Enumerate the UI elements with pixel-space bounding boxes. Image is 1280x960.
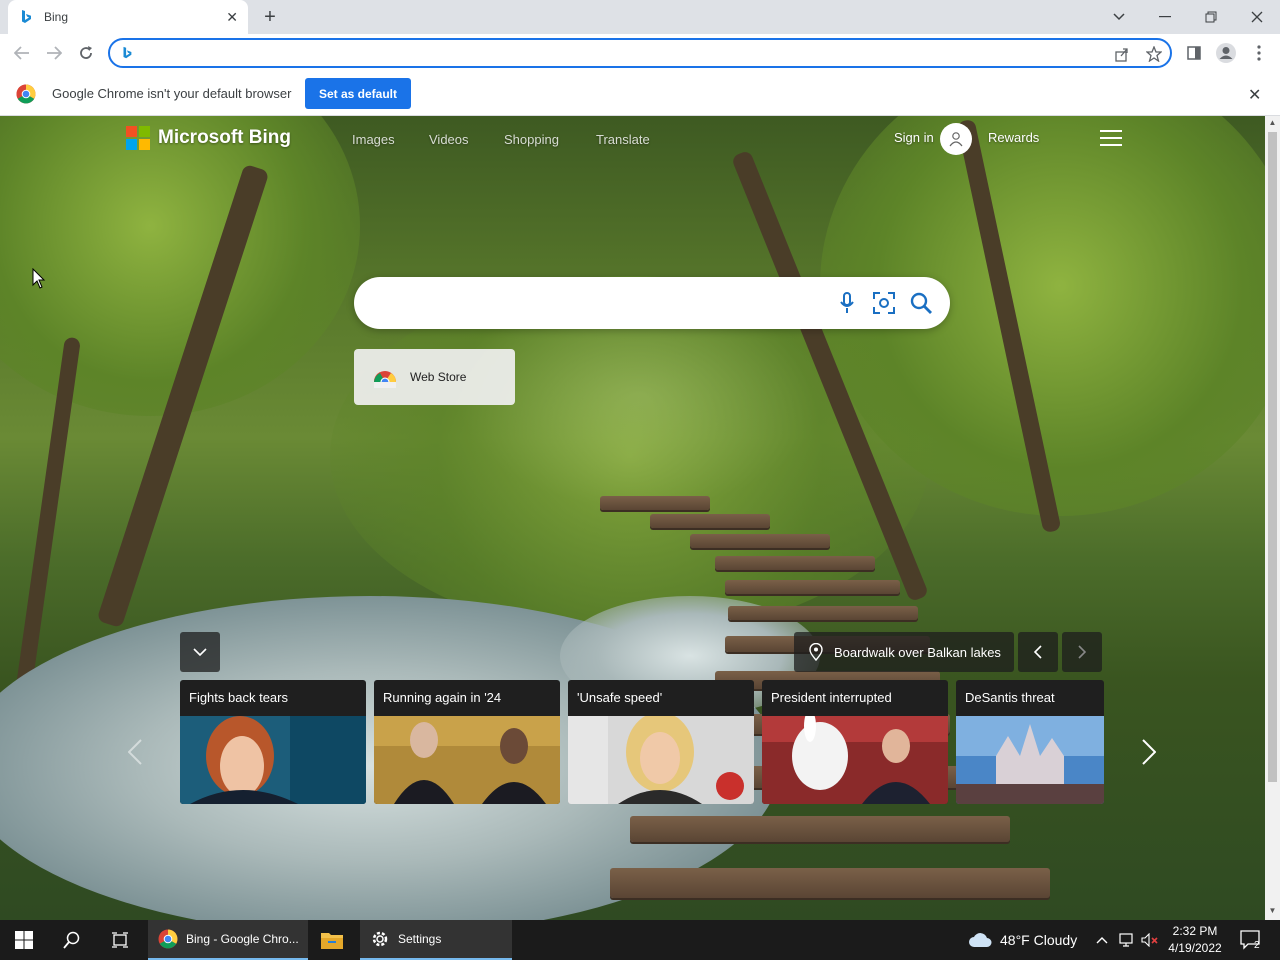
address-input[interactable]	[140, 44, 1100, 62]
scroll-up-icon[interactable]: ▲	[1268, 118, 1277, 130]
system-clock[interactable]: 2:32 PM 4/19/2022	[1165, 923, 1225, 957]
bing-address-icon	[123, 46, 132, 59]
news-thumbnail	[374, 716, 560, 804]
search-box	[354, 277, 950, 329]
search-input[interactable]	[376, 293, 836, 313]
window-close-icon[interactable]	[1234, 0, 1280, 34]
news-card[interactable]: Fights back tears	[180, 680, 366, 804]
search-icon[interactable]	[908, 290, 934, 316]
news-thumbnail	[956, 716, 1104, 804]
task-view-icon[interactable]	[96, 920, 144, 960]
tab-title: Bing	[44, 10, 69, 24]
next-image-icon[interactable]	[1062, 632, 1102, 672]
mouse-cursor-icon	[32, 268, 46, 289]
taskbar-chrome-label: Bing - Google Chro...	[186, 932, 299, 946]
tab-bing[interactable]: Bing ✕	[8, 0, 248, 34]
back-arrow-icon[interactable]	[9, 41, 35, 65]
user-avatar-icon[interactable]	[940, 123, 972, 155]
chrome-taskbar-icon	[158, 929, 178, 949]
weather-text: 48°F Cloudy	[1000, 932, 1078, 948]
weather-widget[interactable]: 48°F Cloudy	[968, 920, 1088, 960]
menu-kebab-icon[interactable]	[1248, 42, 1270, 64]
scrollbar-thumb[interactable]	[1268, 132, 1277, 782]
default-browser-infobar: Google Chrome isn't your default browser…	[0, 72, 1280, 116]
news-headline: Running again in '24	[383, 690, 502, 705]
nav-translate[interactable]: Translate	[596, 132, 650, 147]
page-scrollbar[interactable]: ▲ ▼	[1265, 116, 1280, 920]
image-caption: Boardwalk over Balkan lakes	[834, 644, 1001, 660]
carousel-next-icon[interactable]	[1134, 732, 1164, 772]
news-headline: President interrupted	[771, 690, 892, 705]
taskbar-search-icon[interactable]	[48, 920, 96, 960]
address-bar[interactable]	[108, 38, 1172, 68]
cloud-icon	[969, 933, 992, 947]
bookmark-star-icon[interactable]	[1145, 45, 1163, 63]
news-thumbnail	[762, 716, 948, 804]
taskbar-chrome-button[interactable]: Bing - Google Chro...	[148, 920, 308, 960]
start-windows-icon[interactable]	[0, 920, 48, 960]
new-tab-plus-icon[interactable]: +	[258, 5, 282, 29]
visual-search-icon[interactable]	[871, 290, 897, 316]
network-icon[interactable]	[1114, 920, 1138, 960]
settings-gear-icon	[372, 931, 388, 947]
tray-overflow-chevron-icon[interactable]	[1092, 920, 1112, 960]
reload-icon[interactable]	[73, 41, 99, 65]
news-thumbnail	[180, 716, 366, 804]
quick-link-tile[interactable]: Web Store	[354, 349, 515, 405]
bing-homepage: Microsoft Bing Images Videos Shopping Tr…	[0, 116, 1265, 920]
restore-icon[interactable]	[1188, 0, 1234, 34]
tab-search-icon[interactable]	[1096, 0, 1142, 34]
sign-in-link[interactable]: Sign in	[894, 130, 934, 145]
windows-taskbar: Bing - Google Chro... Settings 48°F Clou…	[0, 920, 1280, 960]
image-info-button[interactable]: Boardwalk over Balkan lakes	[794, 632, 1014, 672]
forward-arrow-icon[interactable]	[41, 41, 67, 65]
news-headline: Fights back tears	[189, 690, 288, 705]
nav-videos[interactable]: Videos	[429, 132, 469, 147]
carousel-prev-icon[interactable]	[120, 732, 150, 772]
news-headline: DeSantis threat	[965, 690, 1055, 705]
profile-icon[interactable]	[1215, 42, 1237, 64]
hamburger-menu-icon[interactable]	[1100, 130, 1122, 148]
taskbar-settings-button[interactable]: Settings	[360, 920, 512, 960]
collapse-chevron-icon[interactable]	[180, 632, 220, 672]
clock-time: 2:32 PM	[1172, 924, 1218, 938]
share-icon[interactable]	[1113, 45, 1131, 63]
clock-date: 4/19/2022	[1168, 941, 1222, 955]
location-pin-icon	[809, 643, 823, 661]
web-store-icon	[373, 371, 396, 388]
taskbar-settings-label: Settings	[398, 932, 442, 946]
notification-count: 2	[1254, 940, 1260, 951]
notifications-icon[interactable]: 2	[1234, 920, 1268, 960]
browser-titlebar: Bing ✕ +	[0, 0, 1280, 34]
rewards-link[interactable]: Rewards	[988, 130, 1039, 145]
side-panel-icon[interactable]	[1183, 42, 1205, 64]
tile-label: Web Store	[410, 370, 467, 384]
news-thumbnail	[568, 716, 754, 804]
news-card[interactable]: DeSantis threat	[956, 680, 1104, 804]
tab-close-icon[interactable]: ✕	[226, 9, 238, 26]
previous-image-icon[interactable]	[1018, 632, 1058, 672]
set-as-default-button[interactable]: Set as default	[305, 78, 411, 109]
nav-shopping[interactable]: Shopping	[504, 132, 559, 147]
nav-images[interactable]: Images	[352, 132, 395, 147]
news-card[interactable]: 'Unsafe speed'	[568, 680, 754, 804]
microphone-icon[interactable]	[834, 290, 860, 316]
scroll-down-icon[interactable]: ▼	[1268, 906, 1277, 918]
microsoft-logo-icon	[126, 126, 150, 150]
minimize-icon[interactable]	[1142, 0, 1188, 34]
browser-toolbar	[0, 34, 1280, 72]
brand-name: Microsoft Bing	[158, 127, 291, 148]
bing-logo[interactable]: Microsoft Bing	[126, 126, 291, 150]
volume-muted-icon[interactable]	[1138, 920, 1162, 960]
infobar-message: Google Chrome isn't your default browser	[52, 86, 292, 101]
chrome-logo-icon	[16, 84, 36, 104]
bing-favicon-icon	[22, 10, 31, 23]
news-headline: 'Unsafe speed'	[577, 690, 663, 705]
file-explorer-icon[interactable]	[310, 920, 354, 960]
news-card[interactable]: Running again in '24	[374, 680, 560, 804]
news-card[interactable]: President interrupted	[762, 680, 948, 804]
bing-header: Microsoft Bing Images Videos Shopping Tr…	[0, 116, 1265, 164]
infobar-close-icon[interactable]: ✕	[1248, 85, 1261, 105]
